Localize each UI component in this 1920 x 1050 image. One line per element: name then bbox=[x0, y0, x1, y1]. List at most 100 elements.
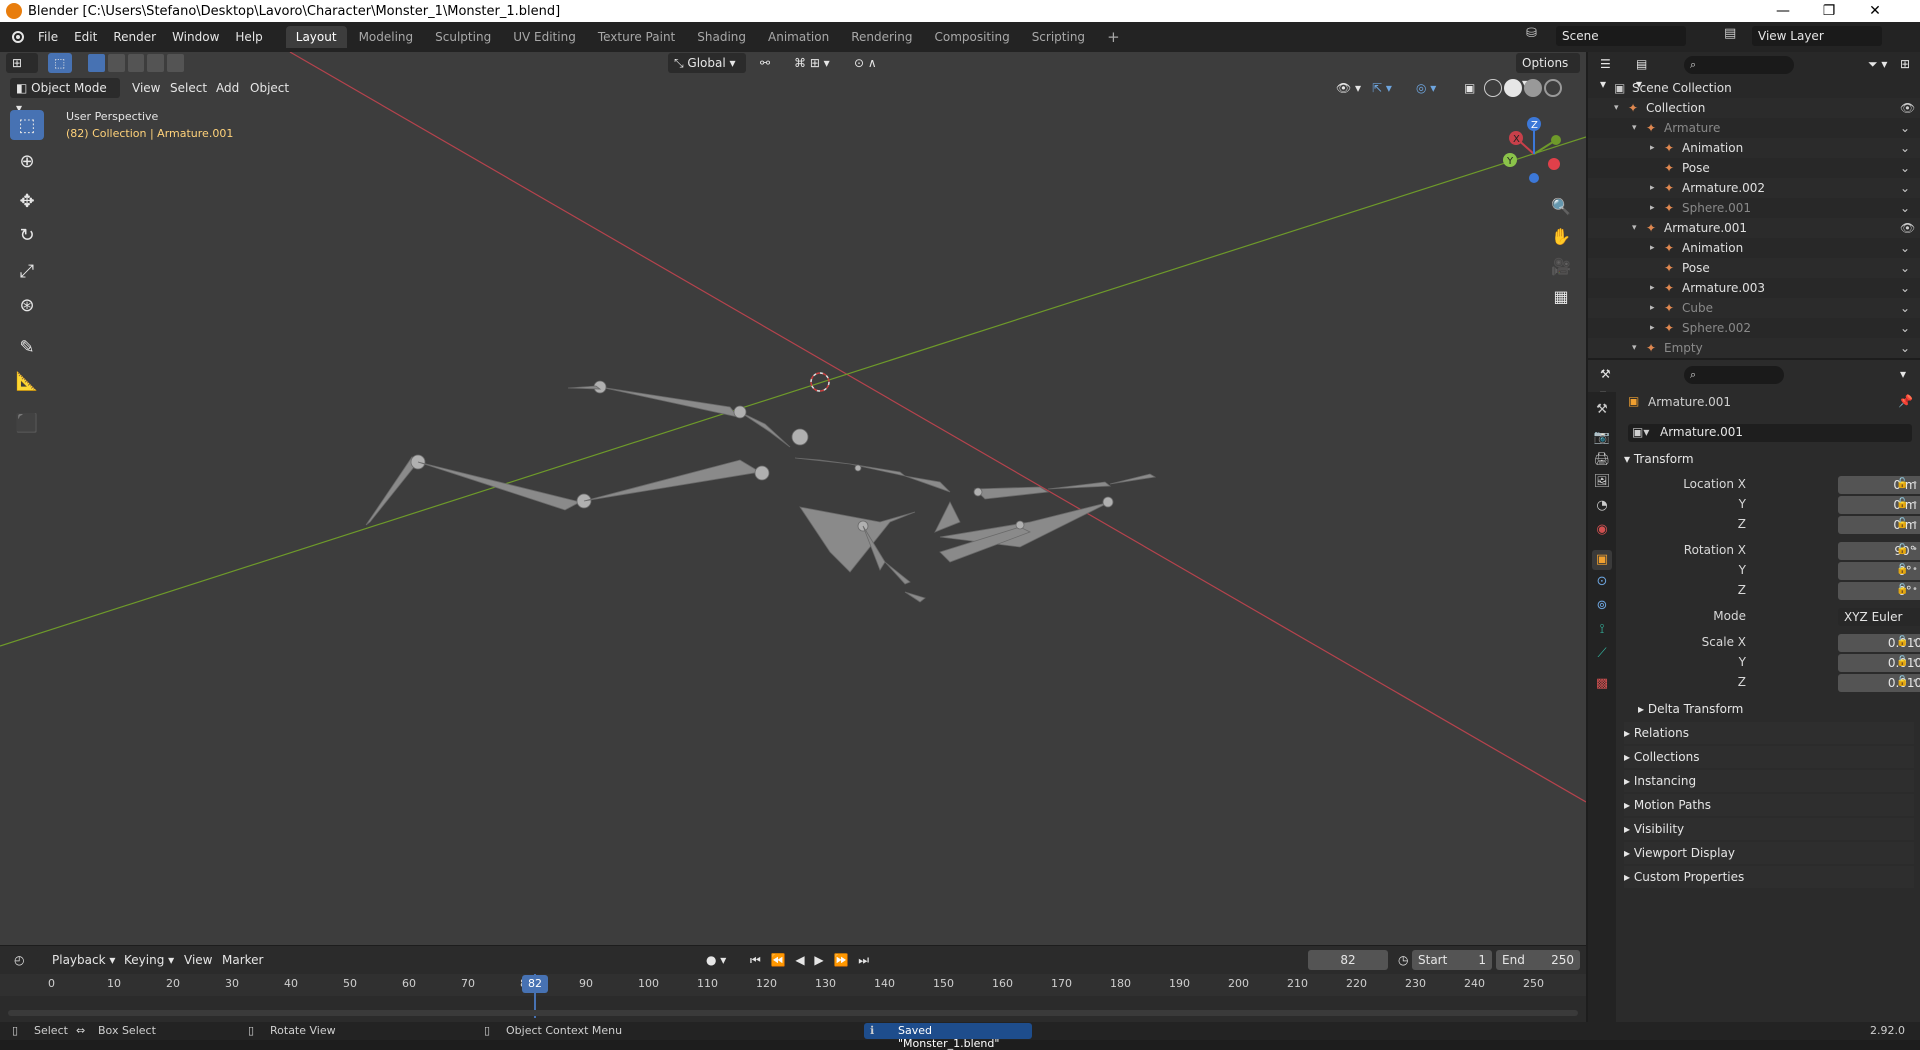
blender-menu-icon[interactable] bbox=[4, 24, 30, 50]
outliner-row[interactable]: ▸ ✦ Sphere.001 ⌄ bbox=[1588, 198, 1920, 218]
visibility-eye-icon[interactable]: ⌄ bbox=[1900, 198, 1910, 218]
expand-arrow-icon[interactable]: ▸ bbox=[1650, 138, 1655, 158]
visibility-eye-icon[interactable]: ⌄ bbox=[1900, 318, 1910, 338]
expand-arrow-icon[interactable]: ▸ bbox=[1650, 278, 1655, 298]
menu-file[interactable]: File bbox=[30, 22, 66, 52]
visibility-eye-icon[interactable]: ⌄ bbox=[1900, 298, 1910, 318]
keyframe-dot-icon[interactable]: • bbox=[1912, 478, 1918, 489]
keyframe-dot-icon[interactable]: • bbox=[1912, 636, 1918, 647]
expand-arrow-icon[interactable]: ▸ bbox=[1650, 178, 1655, 198]
options-dropdown[interactable]: Options ▾ bbox=[1516, 53, 1580, 90]
rotation-mode-dropdown[interactable]: XYZ Euler⌄ bbox=[1838, 608, 1920, 626]
3d-viewport[interactable] bbox=[0, 52, 1586, 945]
outliner-row[interactable]: ▾ ✦ Armature ⌄ bbox=[1588, 118, 1920, 138]
visibility-eye-icon[interactable]: ⌄ bbox=[1900, 278, 1910, 298]
scene-tab-icon[interactable]: ◔ bbox=[1592, 496, 1612, 516]
scale-tool[interactable]: ⤢ bbox=[10, 256, 44, 286]
mode-set-icon[interactable] bbox=[88, 54, 105, 72]
keyframe-dot-icon[interactable]: • bbox=[1912, 676, 1918, 687]
visibility-eye-icon[interactable]: ⌄ bbox=[1900, 238, 1910, 258]
visibility-eye-icon[interactable]: ⌄ bbox=[1900, 338, 1910, 358]
view-layer-selector[interactable]: View Layer bbox=[1752, 26, 1882, 46]
outliner-row[interactable]: ✦ Pose ⌄ bbox=[1588, 158, 1920, 178]
keyframe-dot-icon[interactable]: • bbox=[1912, 498, 1918, 509]
mode-invert-icon[interactable] bbox=[147, 54, 165, 72]
playhead-frame-badge[interactable]: 82 bbox=[522, 975, 548, 993]
delta-transform-header[interactable]: ▸ Delta Transform bbox=[1638, 698, 1920, 720]
playback-controls[interactable]: ⏮ ⏪ ◀ ▶ ⏩ ⏭ bbox=[744, 950, 878, 970]
object-tab-icon[interactable]: ▣ bbox=[1592, 550, 1612, 570]
proportional-editing-toggle[interactable]: ⊙ ∧ bbox=[848, 53, 898, 73]
pivot-point-dropdown[interactable]: ⚯ bbox=[754, 53, 784, 73]
object-mode-dropdown[interactable]: ◧ Object Mode ▾ bbox=[10, 78, 120, 115]
timeline-editor-type-button[interactable]: ◴ ▾ bbox=[8, 950, 40, 987]
keyframe-dot-icon[interactable]: • bbox=[1912, 656, 1918, 667]
modifiers-tab-icon[interactable]: ⊙ bbox=[1592, 572, 1612, 592]
lock-icon[interactable]: 🔓 bbox=[1896, 656, 1908, 667]
tab-animation[interactable]: Animation bbox=[758, 26, 839, 48]
timeline-menu-keying[interactable]: Keying ▾ bbox=[118, 950, 180, 970]
properties-options-icon[interactable]: ▾ bbox=[1894, 364, 1912, 384]
transform-orientation-dropdown[interactable]: ⤡ Global ▾ bbox=[668, 53, 746, 73]
outliner-search-input[interactable]: ⌕ bbox=[1684, 56, 1794, 74]
measure-tool[interactable]: 📐 bbox=[10, 366, 44, 396]
camera-view-icon[interactable]: 🎥 bbox=[1548, 254, 1574, 280]
expand-arrow-icon[interactable]: ▸ bbox=[1650, 198, 1655, 218]
view-layer-browse-icon[interactable]: ▤ bbox=[1724, 26, 1746, 46]
lock-icon[interactable]: 🔓 bbox=[1896, 478, 1908, 489]
properties-panel-header[interactable]: ▸ Motion Paths bbox=[1624, 794, 1914, 816]
material-shading-icon[interactable] bbox=[1524, 79, 1542, 97]
properties-panel-header[interactable]: ▸ Collections bbox=[1624, 746, 1914, 768]
object-name-field[interactable]: ▣▾ Armature.001 bbox=[1628, 424, 1912, 442]
properties-editor[interactable]: ⚒ ▾ ⌕ ▾ ⚒ 📷 🖨 🖼 ◔ ◉ ▣ ⊙ ⊚ ⟟ ⟋ ▩ ▣ Armatu… bbox=[1588, 360, 1920, 1022]
outliner-row[interactable]: ▸ ✦ Armature.003 ⌄ bbox=[1588, 278, 1920, 298]
properties-panel-header[interactable]: ▸ Custom Properties bbox=[1624, 866, 1914, 888]
outliner-row[interactable]: ✦ Pose ⌄ bbox=[1588, 258, 1920, 278]
properties-panel-header[interactable]: ▸ Viewport Display bbox=[1624, 842, 1914, 864]
tab-shading[interactable]: Shading bbox=[687, 26, 756, 48]
visibility-eye-icon[interactable]: ⌄ bbox=[1900, 178, 1910, 198]
add-workspace-button[interactable]: + bbox=[1097, 26, 1130, 48]
tab-compositing[interactable]: Compositing bbox=[924, 26, 1019, 48]
viewport-menu-add[interactable]: Add bbox=[210, 78, 245, 98]
expand-arrow-icon[interactable]: ▾ bbox=[1632, 338, 1637, 358]
perspective-toggle-icon[interactable]: ▦ bbox=[1548, 284, 1574, 310]
tab-uv-editing[interactable]: UV Editing bbox=[503, 26, 586, 48]
output-tab-icon[interactable]: 🖨 bbox=[1592, 450, 1612, 470]
properties-panel-header[interactable]: ▸ Relations bbox=[1624, 722, 1914, 744]
editor-type-button[interactable]: ⊞ bbox=[6, 53, 38, 73]
visibility-eye-icon[interactable]: ⌄ bbox=[1900, 258, 1910, 278]
visibility-eye-icon[interactable]: ⌄ bbox=[1900, 158, 1910, 178]
timeline-editor[interactable]: ◴ ▾ Playback ▾ Keying ▾ View Marker ● ▾ … bbox=[0, 945, 1586, 1022]
scene-selector[interactable]: Scene bbox=[1556, 26, 1686, 46]
wireframe-shading-icon[interactable] bbox=[1484, 79, 1502, 97]
physics-tab-icon[interactable]: ⊚ bbox=[1592, 596, 1612, 616]
outliner-row[interactable]: ▸ ✦ Animation ⌄ bbox=[1588, 138, 1920, 158]
menu-render[interactable]: Render bbox=[105, 22, 164, 52]
annotate-tool[interactable]: ✎ bbox=[10, 332, 44, 362]
rotate-tool[interactable]: ↻ bbox=[10, 220, 44, 250]
solid-shading-icon[interactable] bbox=[1504, 79, 1522, 97]
expand-arrow-icon[interactable]: ▸ bbox=[1650, 238, 1655, 258]
filter-icon[interactable]: ⏷ ▾ bbox=[1862, 54, 1893, 74]
menu-edit[interactable]: Edit bbox=[66, 22, 105, 52]
menu-window[interactable]: Window bbox=[164, 22, 227, 52]
select-tool-button[interactable]: ⬚ bbox=[48, 53, 72, 73]
properties-panel-header[interactable]: ▸ Visibility bbox=[1624, 818, 1914, 840]
outliner-row[interactable]: ▸ ✦ Cube ⌄ bbox=[1588, 298, 1920, 318]
add-cube-tool[interactable]: ⬛ bbox=[10, 408, 44, 438]
outliner-editor-type-button[interactable]: ☰ ▾ bbox=[1594, 54, 1626, 91]
visibility-eye-icon[interactable]: 👁 bbox=[1900, 218, 1915, 238]
move-tool[interactable]: ✥ bbox=[10, 186, 44, 216]
outliner-row[interactable]: ▸ ✦ Sphere.002 ⌄ bbox=[1588, 318, 1920, 338]
close-window-button[interactable]: ✕ bbox=[1852, 0, 1898, 22]
lock-icon[interactable]: 🔓 bbox=[1896, 636, 1908, 647]
scene-browse-icon[interactable]: ⛁ bbox=[1526, 26, 1548, 46]
expand-arrow-icon[interactable]: ▸ bbox=[1650, 298, 1655, 318]
select-box-tool[interactable]: ⬚ bbox=[10, 110, 44, 140]
lock-icon[interactable]: 🔓 bbox=[1896, 564, 1908, 575]
outliner-display-mode[interactable]: ▤ ▾ bbox=[1630, 54, 1662, 91]
expand-arrow-icon[interactable]: ▸ bbox=[1650, 318, 1655, 338]
tool-tab-icon[interactable]: ⚒ bbox=[1592, 400, 1612, 420]
properties-search-input[interactable]: ⌕ bbox=[1684, 366, 1784, 384]
